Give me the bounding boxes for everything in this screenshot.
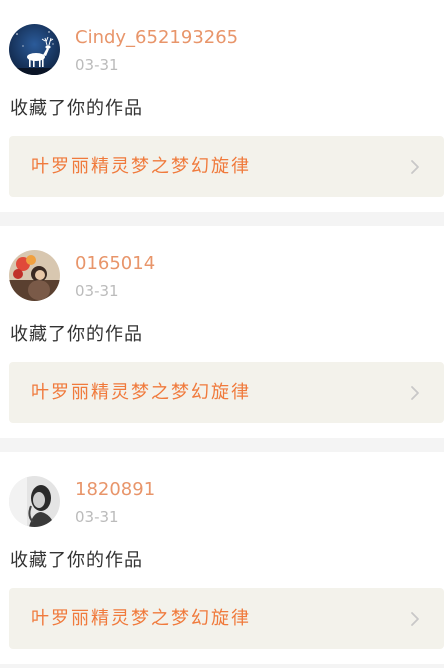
username[interactable]: 0165014 [75, 252, 155, 276]
user-avatar[interactable] [9, 476, 60, 527]
action-text: 收藏了你的作品 [10, 324, 143, 345]
deer-night-avatar-icon [9, 24, 60, 75]
notification-card: 0165014 03-31 收藏了你的作品 叶罗丽精灵梦之梦幻旋律 [0, 226, 444, 438]
work-title: 叶罗丽精灵梦之梦幻旋律 [31, 382, 251, 403]
work-title: 叶罗丽精灵梦之梦幻旋律 [31, 156, 251, 177]
bw-portrait-avatar-icon [9, 476, 60, 527]
work-link[interactable]: 叶罗丽精灵梦之梦幻旋律 [9, 362, 444, 423]
notification-feed: Cindy_652193265 03-31 收藏了你的作品 叶罗丽精灵梦之梦幻旋… [0, 0, 444, 668]
timestamp: 03-31 [75, 282, 119, 300]
work-link[interactable]: 叶罗丽精灵梦之梦幻旋律 [9, 136, 444, 197]
action-text: 收藏了你的作品 [10, 550, 143, 571]
username[interactable]: Cindy_652193265 [75, 26, 238, 50]
balloon-girl-avatar-icon [9, 250, 60, 301]
timestamp: 03-31 [75, 56, 119, 74]
username[interactable]: 1820891 [75, 478, 155, 502]
timestamp: 03-31 [75, 508, 119, 526]
notification-card: Cindy_652193265 03-31 收藏了你的作品 叶罗丽精灵梦之梦幻旋… [0, 0, 444, 212]
chevron-right-icon [406, 610, 424, 628]
user-avatar[interactable] [9, 24, 60, 75]
chevron-right-icon [406, 158, 424, 176]
work-title: 叶罗丽精灵梦之梦幻旋律 [31, 608, 251, 629]
user-avatar[interactable] [9, 250, 60, 301]
chevron-right-icon [406, 384, 424, 402]
action-text: 收藏了你的作品 [10, 98, 143, 119]
notification-card: 1820891 03-31 收藏了你的作品 叶罗丽精灵梦之梦幻旋律 [0, 452, 444, 664]
work-link[interactable]: 叶罗丽精灵梦之梦幻旋律 [9, 588, 444, 649]
